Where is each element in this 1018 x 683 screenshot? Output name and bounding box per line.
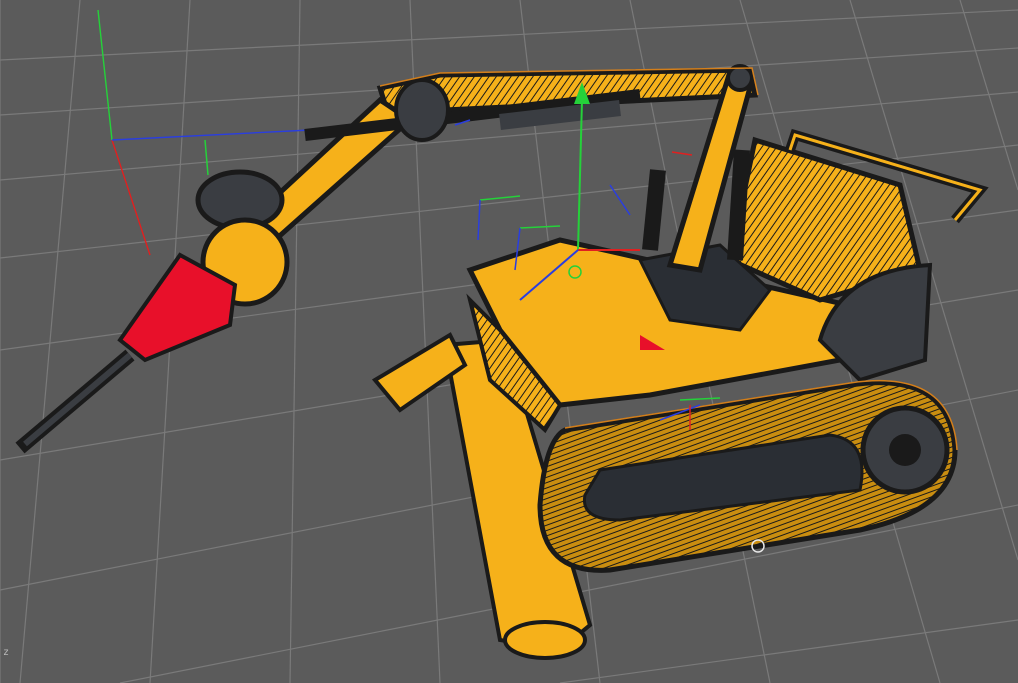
axis-label: z [3, 647, 10, 658]
breaker-hammer[interactable] [15, 169, 290, 454]
scene-canvas[interactable] [0, 0, 1018, 683]
boom-joint [394, 78, 450, 142]
3d-viewport[interactable]: z [0, 0, 1018, 683]
crawler-track[interactable] [537, 380, 958, 573]
boom-arm[interactable] [240, 64, 759, 273]
